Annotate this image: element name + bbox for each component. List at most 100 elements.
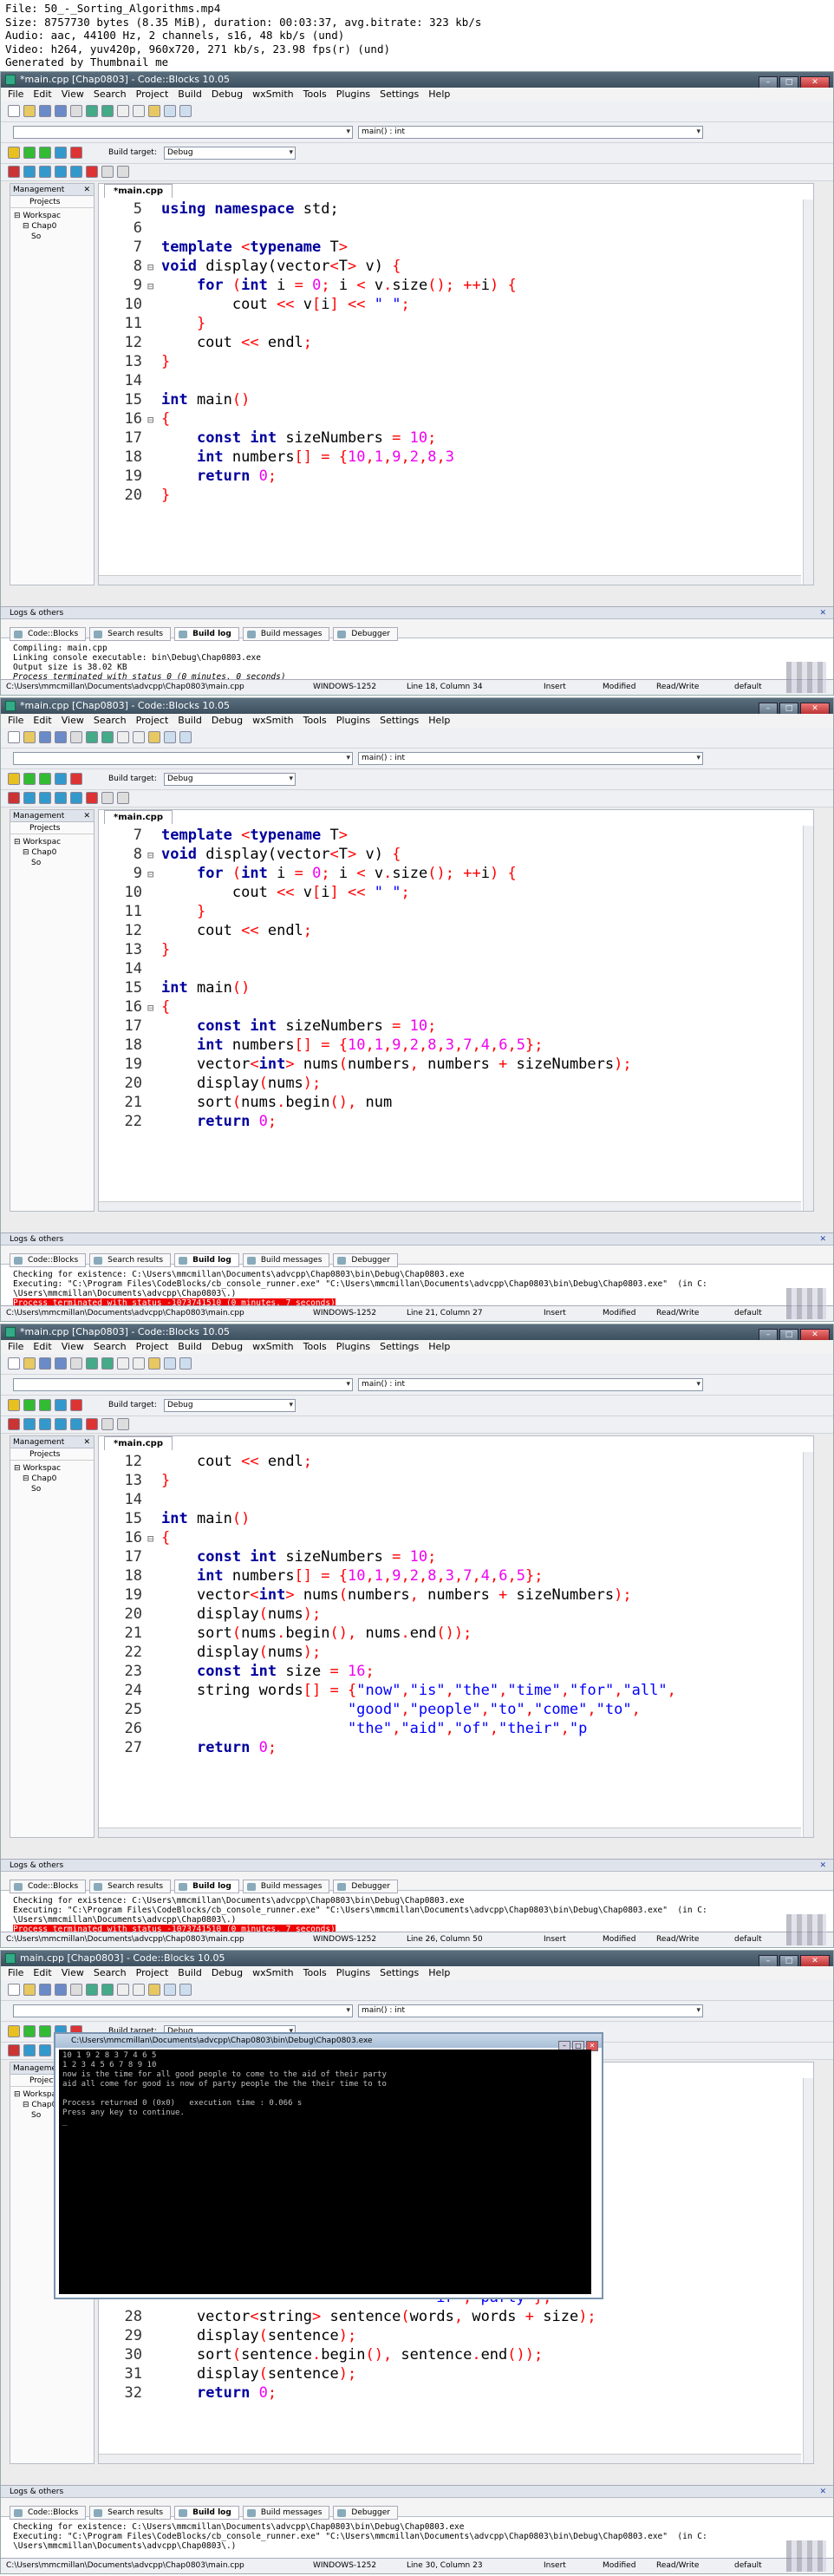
menu-wxsmith[interactable]: wxSmith bbox=[252, 715, 294, 726]
log-tab[interactable]: Build messages bbox=[242, 1880, 330, 1893]
menu-search[interactable]: Search bbox=[94, 1341, 127, 1352]
projects-tab[interactable]: Projects bbox=[10, 1448, 94, 1461]
save-icon[interactable] bbox=[39, 1357, 51, 1370]
maximize-button[interactable]: □ bbox=[779, 76, 798, 88]
build-target-combo[interactable]: Debug bbox=[164, 1399, 296, 1412]
tree-node[interactable]: So bbox=[14, 858, 94, 868]
minimize-button[interactable]: – bbox=[759, 76, 778, 88]
save-all-icon[interactable] bbox=[55, 1984, 67, 1996]
open-folder-icon[interactable] bbox=[23, 731, 36, 743]
menu-help[interactable]: Help bbox=[428, 1341, 450, 1352]
next-line-icon[interactable] bbox=[39, 792, 51, 804]
menu-wxsmith[interactable]: wxSmith bbox=[252, 1967, 294, 1978]
menu-plugins[interactable]: Plugins bbox=[336, 715, 370, 726]
menu-help[interactable]: Help bbox=[428, 715, 450, 726]
log-tab[interactable]: Code::Blocks bbox=[10, 627, 87, 641]
debug-windows-icon[interactable] bbox=[101, 792, 114, 804]
run-to-cursor-icon[interactable] bbox=[23, 1418, 36, 1430]
fold-marker[interactable]: ⊟ bbox=[147, 1529, 161, 1548]
menu-file[interactable]: File bbox=[8, 1967, 23, 1978]
function-combo[interactable]: main() : int bbox=[358, 126, 703, 139]
log-tab[interactable]: Search results bbox=[89, 1880, 172, 1893]
menu-help[interactable]: Help bbox=[428, 88, 450, 100]
menu-edit[interactable]: Edit bbox=[33, 715, 51, 726]
find-icon[interactable] bbox=[164, 1357, 176, 1370]
next-line-icon[interactable] bbox=[39, 2044, 51, 2056]
step-into-icon[interactable] bbox=[55, 166, 67, 178]
menu-settings[interactable]: Settings bbox=[380, 1967, 419, 1978]
menu-edit[interactable]: Edit bbox=[33, 88, 51, 100]
editor-tab-main-cpp[interactable]: *main.cpp bbox=[104, 810, 173, 824]
menu-view[interactable]: View bbox=[62, 1967, 84, 1978]
undo-icon[interactable] bbox=[86, 731, 98, 743]
build-icon[interactable] bbox=[8, 1399, 20, 1411]
close-button[interactable]: ✕ bbox=[800, 1329, 830, 1341]
tree-node[interactable]: So bbox=[14, 232, 94, 242]
run-to-cursor-icon[interactable] bbox=[23, 166, 36, 178]
redo-icon[interactable] bbox=[101, 1357, 114, 1370]
log-tab[interactable]: Code::Blocks bbox=[10, 1253, 87, 1267]
menu-wxsmith[interactable]: wxSmith bbox=[252, 88, 294, 100]
step-out-icon[interactable] bbox=[70, 166, 82, 178]
undo-icon[interactable] bbox=[86, 1984, 98, 1996]
build-run-icon[interactable] bbox=[39, 773, 51, 785]
next-line-icon[interactable] bbox=[39, 166, 51, 178]
print-icon[interactable] bbox=[70, 1357, 82, 1370]
projects-tab[interactable]: Projects bbox=[10, 196, 94, 208]
tree-node[interactable]: ⊟ Chap0 bbox=[14, 847, 94, 858]
vertical-scrollbar[interactable] bbox=[803, 2078, 813, 2463]
abort-icon[interactable] bbox=[70, 147, 82, 159]
menu-help[interactable]: Help bbox=[428, 1967, 450, 1978]
replace-icon[interactable] bbox=[179, 1984, 192, 1996]
menu-search[interactable]: Search bbox=[94, 1967, 127, 1978]
step-out-icon[interactable] bbox=[70, 1418, 82, 1430]
cut-icon[interactable] bbox=[117, 1357, 129, 1370]
menu-wxsmith[interactable]: wxSmith bbox=[252, 1341, 294, 1352]
menu-edit[interactable]: Edit bbox=[33, 1967, 51, 1978]
build-icon[interactable] bbox=[8, 2025, 20, 2037]
log-tab[interactable]: Build messages bbox=[242, 1253, 330, 1267]
vertical-scrollbar[interactable] bbox=[803, 826, 813, 1211]
various-info-icon[interactable] bbox=[117, 166, 129, 178]
minimize-button[interactable]: – bbox=[759, 703, 778, 715]
horizontal-scrollbar[interactable] bbox=[99, 1201, 801, 1211]
maximize-button[interactable]: □ bbox=[779, 1955, 798, 1967]
find-icon[interactable] bbox=[164, 1984, 176, 1996]
code-editor[interactable]: 5 using namespace std; 6 7 template <typenam… bbox=[99, 199, 801, 574]
run-to-cursor-icon[interactable] bbox=[23, 792, 36, 804]
horizontal-scrollbar[interactable] bbox=[99, 575, 801, 585]
minimize-button[interactable]: – bbox=[759, 1329, 778, 1341]
tree-node[interactable]: So bbox=[14, 1484, 94, 1494]
copy-icon[interactable] bbox=[133, 731, 145, 743]
editor-tab-main-cpp[interactable]: *main.cpp bbox=[104, 184, 173, 198]
various-info-icon[interactable] bbox=[117, 1418, 129, 1430]
log-tab[interactable]: Build log bbox=[174, 2506, 239, 2520]
menu-debug[interactable]: Debug bbox=[212, 1341, 243, 1352]
maximize-button[interactable]: □ bbox=[779, 1329, 798, 1341]
new-file-icon[interactable] bbox=[8, 1984, 20, 1996]
print-icon[interactable] bbox=[70, 105, 82, 117]
copy-icon[interactable] bbox=[133, 1357, 145, 1370]
print-icon[interactable] bbox=[70, 731, 82, 743]
cut-icon[interactable] bbox=[117, 1984, 129, 1996]
vertical-scrollbar[interactable] bbox=[803, 199, 813, 585]
undo-icon[interactable] bbox=[86, 105, 98, 117]
log-tab[interactable]: Build log bbox=[174, 627, 239, 641]
log-tab[interactable]: Build messages bbox=[242, 2506, 330, 2520]
menu-settings[interactable]: Settings bbox=[380, 88, 419, 100]
run-icon[interactable] bbox=[23, 1399, 36, 1411]
log-tab[interactable]: Debugger bbox=[333, 2506, 398, 2520]
build-run-icon[interactable] bbox=[39, 2025, 51, 2037]
stop-debug-icon[interactable] bbox=[86, 166, 98, 178]
debug-run-icon[interactable] bbox=[8, 1418, 20, 1430]
log-tab[interactable]: Search results bbox=[89, 1253, 172, 1267]
fold-marker[interactable]: ⊟ bbox=[147, 998, 161, 1017]
abort-icon[interactable] bbox=[70, 1399, 82, 1411]
log-tab[interactable]: Debugger bbox=[333, 1880, 398, 1893]
horizontal-scrollbar[interactable] bbox=[99, 1827, 801, 1837]
close-button[interactable]: ✕ bbox=[800, 1955, 830, 1967]
debug-run-icon[interactable] bbox=[8, 166, 20, 178]
log-tab[interactable]: Debugger bbox=[333, 1253, 398, 1267]
projects-tab[interactable]: Projects bbox=[10, 822, 94, 834]
run-icon[interactable] bbox=[23, 2025, 36, 2037]
